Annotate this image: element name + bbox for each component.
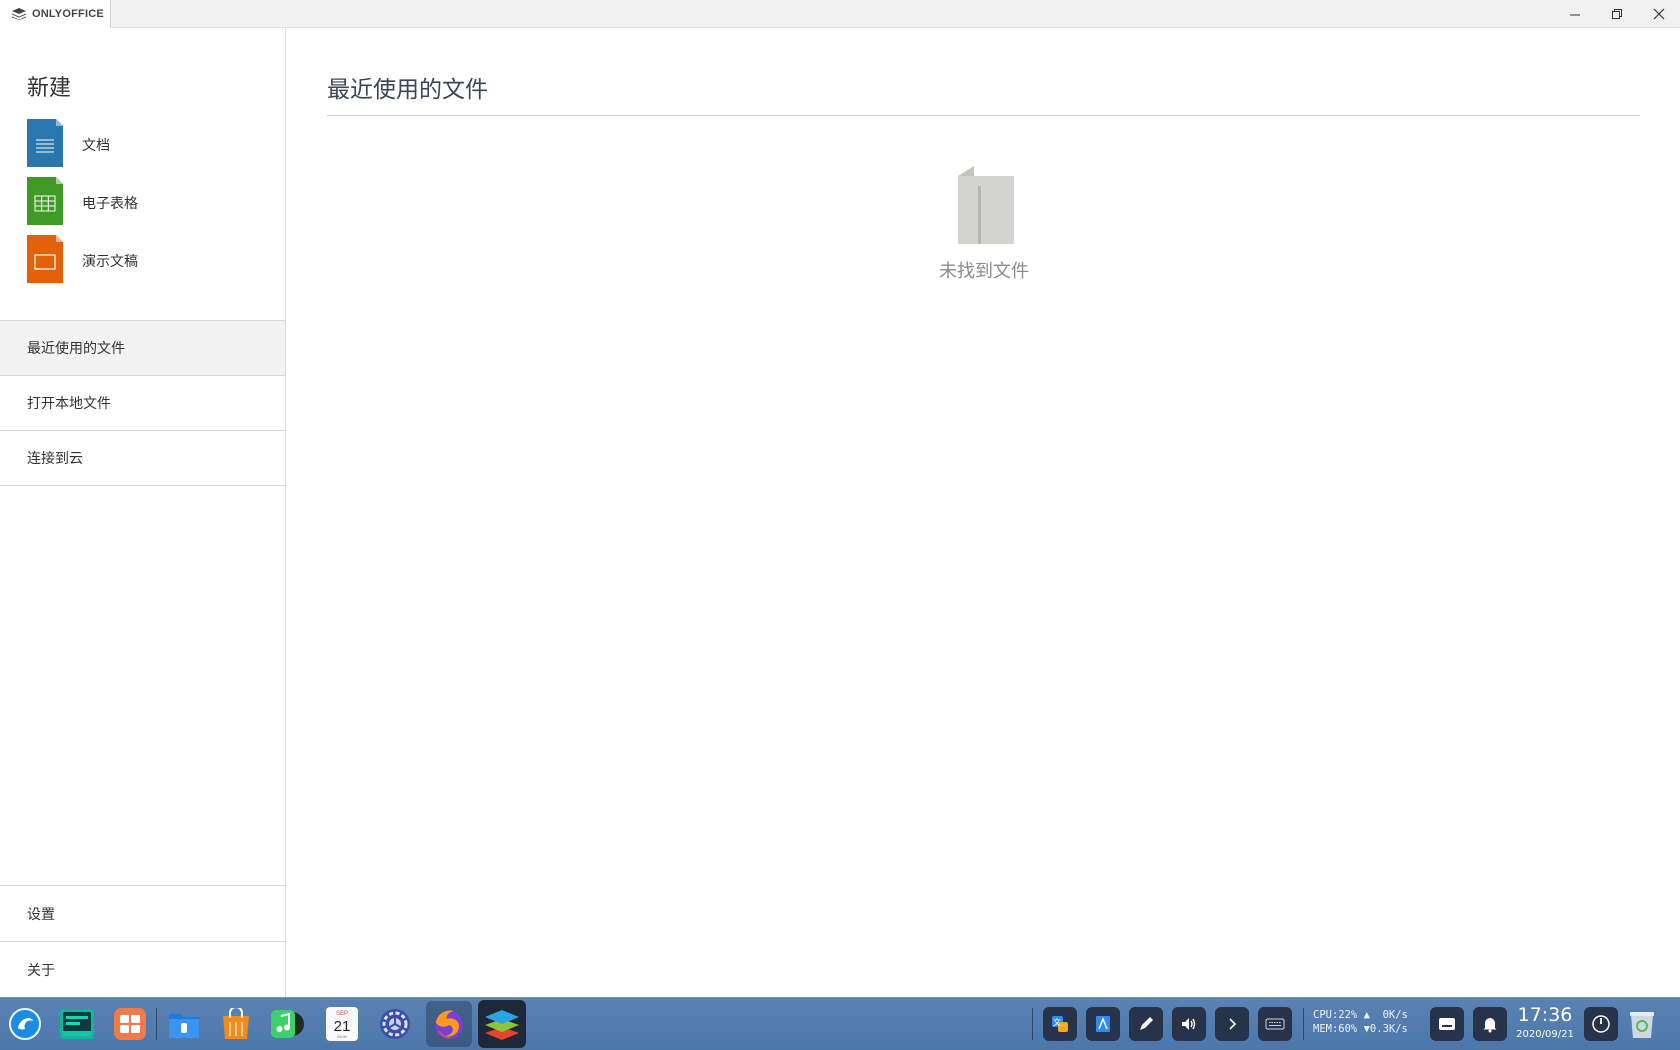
screenshot-icon bbox=[1096, 1016, 1110, 1032]
calendar-day: 21 bbox=[334, 1018, 351, 1035]
multitask-icon[interactable] bbox=[111, 1005, 149, 1043]
trash-icon[interactable] bbox=[1624, 1006, 1660, 1042]
title-divider bbox=[327, 115, 1640, 116]
tray-separator bbox=[1032, 1008, 1033, 1040]
document-icon bbox=[27, 119, 63, 171]
music-icon[interactable] bbox=[268, 1005, 306, 1043]
keyboard-icon bbox=[1265, 1018, 1285, 1030]
new-section-title: 新建 bbox=[27, 76, 72, 101]
tray-expand-button[interactable] bbox=[1215, 1007, 1249, 1041]
taskbar: SEP 21 MON 文 CPU:22% ▲ 0K/s MEM:60% ▼0.3… bbox=[0, 997, 1680, 1050]
onlyoffice-taskbar-icon[interactable] bbox=[478, 1000, 526, 1048]
sidebar-item-settings[interactable]: 设置 bbox=[0, 885, 285, 941]
restore-icon bbox=[1612, 9, 1622, 19]
clock-time[interactable]: 17:36 bbox=[1512, 1004, 1578, 1026]
terminal-icon[interactable] bbox=[58, 1005, 96, 1043]
cpu-usage: CPU:22% bbox=[1313, 1009, 1358, 1021]
onlyoffice-logo-icon bbox=[12, 5, 26, 24]
power-button[interactable] bbox=[1584, 1007, 1618, 1041]
presentation-icon bbox=[27, 235, 63, 287]
app-brand: ONLYOFFICE bbox=[32, 8, 104, 20]
tray-separator-2 bbox=[1303, 1008, 1304, 1040]
firefox-icon[interactable] bbox=[426, 1001, 472, 1047]
sidebar-item-connect-cloud[interactable]: 连接到云 bbox=[0, 430, 285, 486]
screenshot-button[interactable] bbox=[1086, 1007, 1120, 1041]
svg-text:文: 文 bbox=[1053, 1017, 1061, 1027]
pen-icon bbox=[1140, 1017, 1153, 1030]
empty-folder-icon bbox=[952, 166, 1014, 250]
sidebar-item-open-local-file[interactable]: 打开本地文件 bbox=[0, 375, 285, 430]
new-document-button[interactable]: 文档 bbox=[27, 119, 267, 171]
taskbar-separator bbox=[156, 1008, 157, 1040]
mem-usage: MEM:60% bbox=[1313, 1023, 1358, 1035]
volume-button[interactable] bbox=[1172, 1007, 1206, 1041]
app-store-icon[interactable] bbox=[217, 1005, 255, 1043]
power-icon bbox=[1592, 1015, 1610, 1033]
close-icon bbox=[1653, 8, 1665, 20]
new-spreadsheet-label: 电子表格 bbox=[82, 196, 138, 212]
new-presentation-button[interactable]: 演示文稿 bbox=[27, 235, 267, 287]
input-method-icon: 文 bbox=[1052, 1016, 1068, 1032]
bell-icon bbox=[1483, 1018, 1497, 1033]
calendar-month: SEP bbox=[336, 1011, 348, 1017]
volume-icon bbox=[1182, 1018, 1196, 1030]
settings-icon[interactable] bbox=[376, 1005, 414, 1043]
new-document-label: 文档 bbox=[82, 138, 110, 154]
system-monitor: CPU:22% ▲ 0K/s MEM:60% ▼0.3K/s bbox=[1313, 1009, 1408, 1035]
chevron-right-icon bbox=[1229, 1018, 1237, 1030]
upload-speed: 0K/s bbox=[1382, 1009, 1408, 1021]
pen-tool-button[interactable] bbox=[1129, 1007, 1163, 1041]
spreadsheet-icon bbox=[27, 177, 63, 229]
input-method-button[interactable]: 文 bbox=[1043, 1007, 1077, 1041]
launcher-icon[interactable] bbox=[6, 1005, 44, 1043]
page-title: 最近使用的文件 bbox=[327, 77, 488, 103]
calendar-weekday: MON bbox=[337, 1034, 346, 1039]
keyboard-button[interactable] bbox=[1258, 1007, 1292, 1041]
empty-state-message: 未找到文件 bbox=[939, 261, 1029, 282]
clock-date[interactable]: 2020/09/21 bbox=[1512, 1029, 1578, 1040]
message-icon bbox=[1439, 1018, 1455, 1030]
minimize-icon bbox=[1570, 14, 1580, 16]
minimize-button[interactable] bbox=[1554, 0, 1596, 28]
sidebar: 新建 文档 电子表格 演示文稿 最近使用的文件 打开本地文件 连接到云 设置 关… bbox=[0, 28, 286, 997]
app-tab[interactable]: ONLYOFFICE bbox=[0, 0, 111, 28]
download-speed: 0.3K/s bbox=[1369, 1023, 1408, 1035]
new-presentation-label: 演示文稿 bbox=[82, 254, 138, 270]
sidebar-nav: 最近使用的文件 打开本地文件 连接到云 bbox=[0, 320, 285, 486]
close-button[interactable] bbox=[1638, 0, 1680, 28]
restore-button[interactable] bbox=[1596, 0, 1638, 28]
sidebar-item-recent-files[interactable]: 最近使用的文件 bbox=[0, 320, 285, 375]
display-mode-button[interactable] bbox=[1430, 1007, 1464, 1041]
notification-button[interactable] bbox=[1473, 1007, 1507, 1041]
file-manager-icon[interactable] bbox=[165, 1005, 203, 1043]
sidebar-bottom-nav: 设置 关于 bbox=[0, 885, 285, 997]
title-bar: ONLYOFFICE bbox=[0, 0, 1680, 28]
new-spreadsheet-button[interactable]: 电子表格 bbox=[27, 177, 267, 229]
sidebar-item-about[interactable]: 关于 bbox=[0, 941, 285, 997]
calendar-icon[interactable]: SEP 21 MON bbox=[323, 1005, 361, 1043]
